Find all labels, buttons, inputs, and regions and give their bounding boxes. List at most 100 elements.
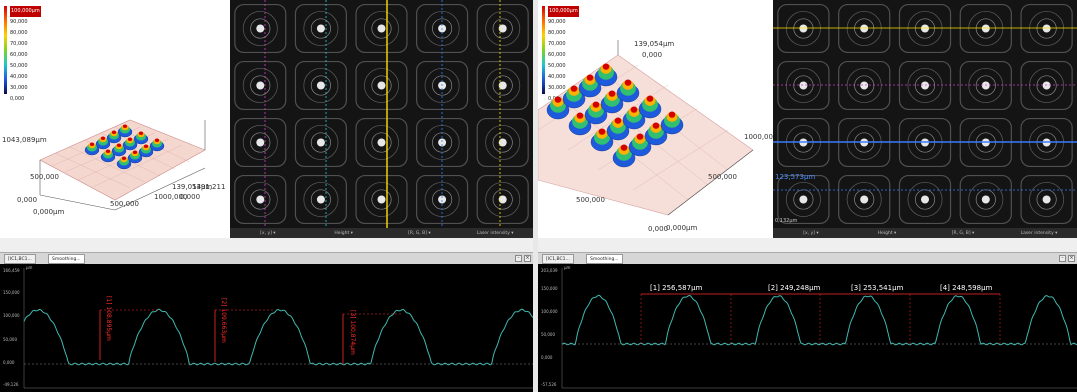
surface-bump-peak	[598, 128, 606, 135]
camera-cell-center	[377, 195, 386, 204]
left-profile-chart[interactable]: 166,459 μm 150,000 100,000 50,000 0,000 …	[0, 264, 533, 392]
left-axis-y-max: 1043,089μm	[2, 136, 47, 144]
surface-bump-peak	[636, 133, 644, 140]
cam-dropdown-rgb[interactable]: [R, G, B] ▾	[925, 231, 1001, 236]
right-3d-view[interactable]: 100,000μm 90,000 80,000 70,000 60,000 50…	[538, 0, 773, 238]
y-tick: 100,000	[541, 309, 558, 314]
cam-dropdown-height[interactable]: Height ▾	[306, 231, 382, 236]
right-row-height-value: 123,573μm	[775, 173, 816, 181]
right-axis-z-zero: 0,000	[642, 51, 663, 59]
surface-bump-peak	[668, 111, 676, 118]
surface-bump-peak	[592, 101, 600, 108]
left-axis-x-mid: 500,000	[110, 200, 139, 208]
app-root: 100,000μm 90,000 80,000 70,000 60,000 50…	[0, 0, 1077, 392]
surface-bump-peak	[620, 144, 628, 151]
y-tick: 50,000	[3, 337, 17, 342]
camera-cell-center	[981, 81, 990, 90]
right-tab-bar: [IC1,BC1... Smoothing... – ×	[538, 252, 1077, 264]
y-bottom-label: -49,126	[3, 382, 19, 387]
surface-bump-peak	[624, 79, 632, 86]
surface-bump-peak	[132, 150, 138, 154]
right-3d-surface-plot	[538, 40, 754, 216]
left-profile-svg: 166,459 μm 150,000 100,000 50,000 0,000 …	[3, 265, 533, 389]
y-unit: μm	[26, 265, 33, 270]
cam-dropdown-xy[interactable]: [x, y] ▾	[773, 231, 849, 236]
minimize-button[interactable]: –	[515, 255, 522, 262]
cam-dropdown-height[interactable]: Height ▾	[849, 231, 925, 236]
surface-bump-peak	[154, 138, 160, 142]
close-button[interactable]: ×	[1068, 255, 1075, 262]
camera-cell-center	[377, 138, 386, 147]
camera-cell-center	[316, 138, 325, 147]
camera-cell-center	[799, 81, 808, 90]
camera-cell-center	[860, 195, 869, 204]
camera-cell-center	[377, 24, 386, 33]
y-tick: 0,000	[3, 360, 15, 365]
camera-cell-center	[316, 81, 325, 90]
camera-cell-center	[1042, 195, 1051, 204]
tab-profile[interactable]: [IC1,BC1...	[542, 254, 574, 264]
surface-bump-peak	[646, 95, 654, 102]
left-spacer	[0, 238, 533, 252]
cam-dropdown-xy[interactable]: [x, y] ▾	[230, 231, 306, 236]
right-measurement-panel: 100,000μm 90,000 80,000 70,000 60,000 50…	[538, 0, 1077, 392]
right-camera-image[interactable]: 123,573μm 0,132μm [x, y] ▾ Height ▾ [R, …	[773, 0, 1077, 238]
surface-bump-peak	[116, 143, 122, 147]
measurement-label: [2] 109,663μm	[220, 298, 227, 343]
camera-cell-center	[316, 24, 325, 33]
camera-cell-center	[377, 81, 386, 90]
right-axis-x-low: 500,000	[576, 196, 605, 204]
camera-cell-center	[860, 24, 869, 33]
cam-dropdown-laser[interactable]: Laser intensity ▾	[1001, 231, 1077, 236]
y-tick: 150,000	[3, 290, 20, 295]
camera-cell-center	[799, 195, 808, 204]
left-axis-x-max: 1391,211	[192, 183, 226, 191]
camera-cell-center	[981, 195, 990, 204]
left-camera-image[interactable]: [x, y] ▾ Height ▾ [R, G, B] ▾ Laser inte…	[230, 0, 533, 238]
left-3d-view[interactable]: 100,000μm 90,000 80,000 70,000 60,000 50…	[0, 0, 230, 238]
tab-smoothing[interactable]: Smoothing...	[586, 254, 623, 264]
surface-bump-peak	[602, 63, 610, 70]
surface-bump-peak	[652, 122, 660, 129]
y-bottom-label: -57,526	[541, 382, 557, 387]
right-spacer	[538, 238, 1077, 252]
surface-bump-peak	[614, 117, 622, 124]
surface-bump-peak	[100, 136, 106, 140]
cam-dropdown-laser[interactable]: Laser intensity ▾	[457, 231, 533, 236]
y-tick: 100,000	[3, 313, 20, 318]
camera-cell-center	[316, 195, 325, 204]
cam-dropdown-rgb[interactable]: [R, G, B] ▾	[382, 231, 458, 236]
close-button[interactable]: ×	[524, 255, 531, 262]
camera-cell-center	[256, 195, 265, 204]
left-axis-x-near-max: 1000,000	[154, 193, 188, 201]
camera-cell-center	[1042, 81, 1051, 90]
surface-bump-peak	[143, 144, 149, 148]
right-camera-toolbar: [x, y] ▾ Height ▾ [R, G, B] ▾ Laser inte…	[773, 228, 1077, 238]
surface-bump-peak	[138, 131, 144, 135]
surface-bump-peak	[121, 156, 127, 160]
camera-cell-center	[799, 24, 808, 33]
surface-bump-peak	[122, 124, 128, 128]
right-profile-chart[interactable]: 203,039 μm 150,000 100,000 50,000 0,000 …	[538, 264, 1077, 392]
y-tick: 0,000	[541, 355, 553, 360]
surface-bump-peak	[89, 142, 95, 146]
left-tab-bar: [IC1,BC1... Smoothing... – ×	[0, 252, 533, 264]
surface-bump-peak	[608, 90, 616, 97]
right-axis-x-mid: 500,000	[708, 173, 737, 181]
surface-bump-peak	[127, 137, 133, 141]
minimize-button[interactable]: –	[1059, 255, 1066, 262]
right-axis-z-top: 139,054μm	[634, 40, 675, 48]
measurement-label: [4] 248,598μm	[940, 284, 993, 292]
tab-smoothing[interactable]: Smoothing...	[48, 254, 85, 264]
surface-bump-peak	[105, 149, 111, 153]
measurement-label: [1] 108,895μm	[105, 296, 112, 341]
camera-cell-center	[256, 81, 265, 90]
right-profile-svg: 203,039 μm 150,000 100,000 50,000 0,000 …	[541, 265, 1077, 389]
y-top-label: 203,039	[541, 268, 558, 273]
right-axis-origin-um: 0,000μm	[666, 224, 698, 232]
surface-bump-peak	[111, 130, 117, 134]
left-axis-x-origin-um: 0,000μm	[33, 208, 65, 216]
tab-profile[interactable]: [IC1,BC1...	[4, 254, 36, 264]
y-unit: μm	[564, 265, 571, 270]
camera-cell-center	[981, 24, 990, 33]
